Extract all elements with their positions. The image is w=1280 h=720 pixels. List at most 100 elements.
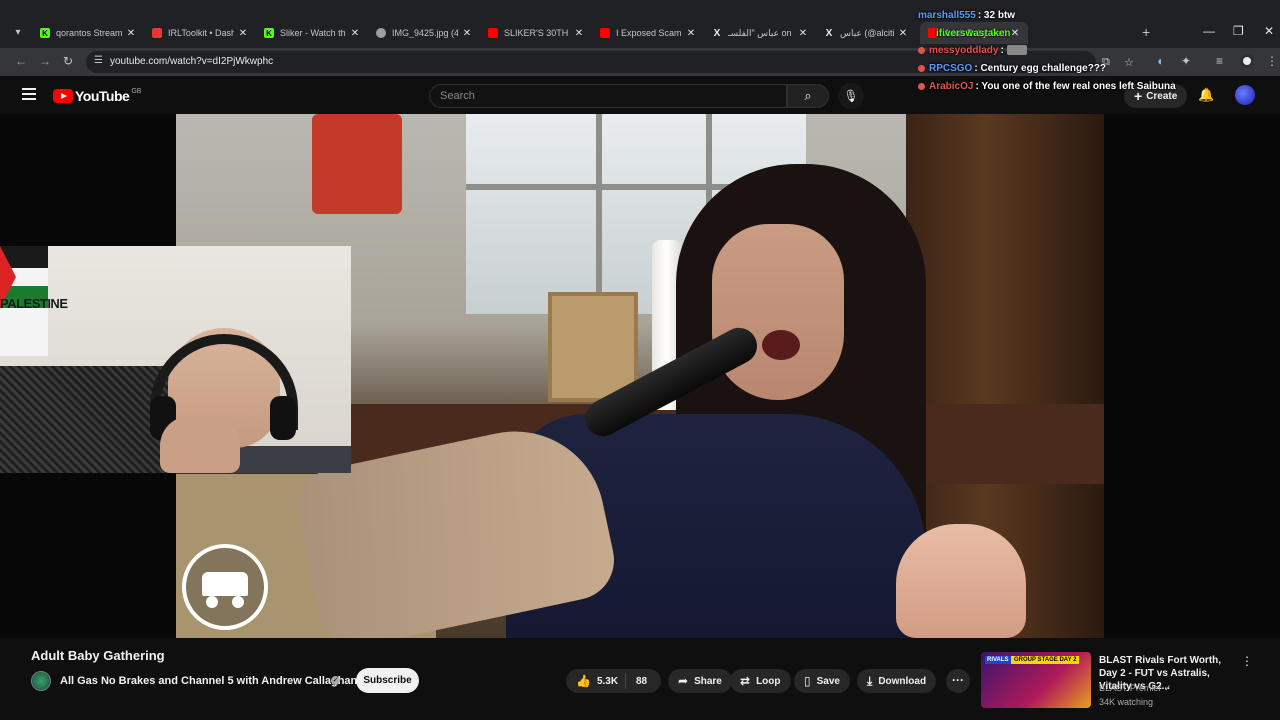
tab-sliker[interactable]: K Sliker - Watch the ✕ bbox=[256, 22, 368, 44]
save-label: Save bbox=[816, 675, 840, 687]
back-icon[interactable]: ← bbox=[15, 54, 27, 68]
account-avatar[interactable] bbox=[1235, 85, 1255, 105]
tab-i-exposed-scammers[interactable]: I Exposed Scamm ✕ bbox=[592, 22, 704, 44]
media-controls-icon[interactable]: ≡ bbox=[1216, 54, 1223, 68]
streamer-webcam: PALESTINE bbox=[0, 246, 351, 473]
more-vertical-icon[interactable]: ⋮ bbox=[1241, 654, 1253, 668]
forward-icon[interactable]: → bbox=[39, 54, 51, 68]
search-icon: ⌕ bbox=[804, 88, 812, 103]
chat-message: ArabicOJ: You one of the few real ones l… bbox=[918, 81, 1176, 92]
person-mouth bbox=[762, 330, 800, 360]
like-dislike-group: 👍 5.3K 88 bbox=[566, 669, 661, 693]
search-button[interactable]: ⌕ bbox=[787, 84, 829, 108]
tab-qorantos-stream[interactable]: K qorantos Stream ✕ bbox=[32, 22, 144, 44]
irltoolkit-icon bbox=[152, 28, 162, 38]
download-button[interactable]: ⤓ Download bbox=[857, 669, 937, 693]
loop-icon: ⇄ bbox=[740, 674, 751, 688]
minimize-icon[interactable]: — bbox=[1203, 24, 1215, 38]
voice-search-button[interactable]: 🎙 bbox=[838, 83, 864, 109]
chat-text: : You one of the few real ones left Saib… bbox=[975, 81, 1176, 92]
tab-img-9425[interactable]: IMG_9425.jpg (45 ✕ bbox=[368, 22, 480, 44]
reload-icon[interactable]: ↻ bbox=[63, 54, 73, 68]
kick-icon: K bbox=[264, 28, 274, 38]
download-icon: ⤓ bbox=[867, 673, 873, 688]
restore-icon[interactable]: ❐ bbox=[1233, 24, 1244, 38]
tab-slikers-30th[interactable]: SLIKER'S 30TH BI ✕ bbox=[480, 22, 592, 44]
close-icon[interactable]: ✕ bbox=[238, 28, 248, 39]
tab-label: I Exposed Scamm bbox=[616, 28, 682, 38]
headphone-cup bbox=[270, 396, 296, 440]
window-mullion bbox=[596, 114, 602, 314]
recommended-channel-name: BLAST Premier bbox=[1099, 683, 1162, 693]
subscribe-button[interactable]: Subscribe bbox=[356, 668, 419, 693]
loop-label: Loop bbox=[756, 675, 781, 687]
recommended-video[interactable]: RIVALS GROUP STAGE DAY 2 BLAST Rivals Fo… bbox=[981, 652, 1271, 710]
video-title: Adult Baby Gathering bbox=[31, 648, 165, 663]
close-window-icon[interactable]: ✕ bbox=[1264, 24, 1274, 38]
wheel bbox=[206, 596, 218, 608]
badge-icon bbox=[918, 46, 925, 54]
x-icon: X bbox=[713, 27, 721, 39]
loop-button[interactable]: ⇄ Loop bbox=[730, 669, 791, 693]
youtube-icon bbox=[488, 28, 498, 38]
x-icon: X bbox=[825, 27, 833, 39]
chat-text: : 32 btw bbox=[977, 10, 1016, 21]
channel-watermark-logo bbox=[182, 544, 268, 630]
close-icon[interactable]: ✕ bbox=[350, 28, 360, 39]
tab-list: K qorantos Stream ✕ IRLToolkit • Dashb ✕… bbox=[32, 22, 1028, 44]
thumbs-up-icon: 👍 bbox=[576, 674, 591, 688]
save-button[interactable]: ▯ Save bbox=[794, 669, 850, 693]
notifications-bell-icon[interactable]: 🔔 bbox=[1198, 87, 1214, 103]
chat-username: messyoddlady bbox=[929, 45, 999, 56]
search-input[interactable]: Search bbox=[429, 84, 787, 108]
video-player[interactable]: PALESTINE bbox=[0, 114, 1280, 638]
channel-name[interactable]: All Gas No Brakes and Channel 5 with And… bbox=[60, 675, 357, 687]
chair bbox=[0, 366, 170, 473]
more-horizontal-icon: ··· bbox=[952, 673, 964, 687]
close-icon[interactable]: ✕ bbox=[574, 28, 584, 39]
tab-label: qorantos Stream bbox=[56, 28, 122, 38]
close-icon[interactable]: ✕ bbox=[798, 28, 808, 39]
like-button[interactable]: 👍 5.3K bbox=[566, 673, 626, 689]
close-icon[interactable]: ✕ bbox=[462, 28, 472, 39]
site-info-icon[interactable]: ☰ bbox=[94, 55, 103, 66]
red-bag bbox=[312, 114, 402, 214]
tab-x-profile-2[interactable]: X عباس (@alcitizen ✕ bbox=[816, 22, 916, 44]
tab-search-icon[interactable]: ▾ bbox=[10, 25, 26, 41]
stream-chat-overlay: marshall555: 32 btw ifiverswastaken mess… bbox=[918, 0, 1198, 96]
wheel bbox=[232, 596, 244, 608]
tab-label: Sliker - Watch the bbox=[280, 28, 346, 38]
recommended-channel[interactable]: BLAST Premier ✓ bbox=[1099, 683, 1171, 694]
share-icon: ➦ bbox=[678, 674, 689, 688]
close-icon[interactable]: ✕ bbox=[686, 28, 696, 39]
search-placeholder: Search bbox=[440, 90, 475, 102]
channel-avatar[interactable] bbox=[31, 671, 51, 691]
youtube-logo[interactable]: YouTube GB bbox=[53, 88, 141, 104]
video-info: Adult Baby Gathering All Gas No Brakes a… bbox=[0, 638, 1280, 720]
download-label: Download bbox=[878, 675, 927, 687]
chat-message: RPCSGO: Century egg challenge??? bbox=[918, 63, 1106, 74]
tab-irltoolkit[interactable]: IRLToolkit • Dashb ✕ bbox=[144, 22, 256, 44]
close-icon[interactable]: ✕ bbox=[898, 28, 908, 39]
more-actions-button[interactable]: ··· bbox=[946, 669, 970, 693]
share-label: Share bbox=[694, 675, 722, 687]
chat-text: : Century egg challenge??? bbox=[974, 63, 1107, 74]
dislike-button[interactable]: 88 bbox=[626, 676, 647, 687]
badge-icon bbox=[918, 82, 925, 90]
share-button[interactable]: ➦ Share bbox=[668, 669, 732, 693]
chat-message: ifiverswastaken bbox=[936, 28, 1013, 39]
youtube-wordmark: YouTube bbox=[75, 88, 130, 104]
browser-profile-icon[interactable] bbox=[1240, 54, 1254, 68]
close-icon[interactable]: ✕ bbox=[126, 28, 136, 39]
recommended-thumbnail[interactable]: RIVALS GROUP STAGE DAY 2 bbox=[981, 652, 1091, 708]
browser-menu-icon[interactable]: ⋮ bbox=[1266, 54, 1278, 68]
microphone-icon: 🎙 bbox=[843, 89, 859, 103]
tab-x-profile-1[interactable]: X عباس "الفلسـ on X ✕ bbox=[704, 22, 816, 44]
menu-icon[interactable] bbox=[22, 88, 36, 100]
bookmark-icon: ▯ bbox=[804, 674, 811, 688]
tab-label: SLIKER'S 30TH BI bbox=[504, 28, 570, 38]
chat-message: marshall555: 32 btw bbox=[918, 10, 1015, 21]
tab-label: IRLToolkit • Dashb bbox=[168, 28, 234, 38]
tab-label: IMG_9425.jpg (45 bbox=[392, 28, 458, 38]
url-text[interactable]: youtube.com/watch?v=dI2PjWkwphc bbox=[110, 56, 273, 67]
